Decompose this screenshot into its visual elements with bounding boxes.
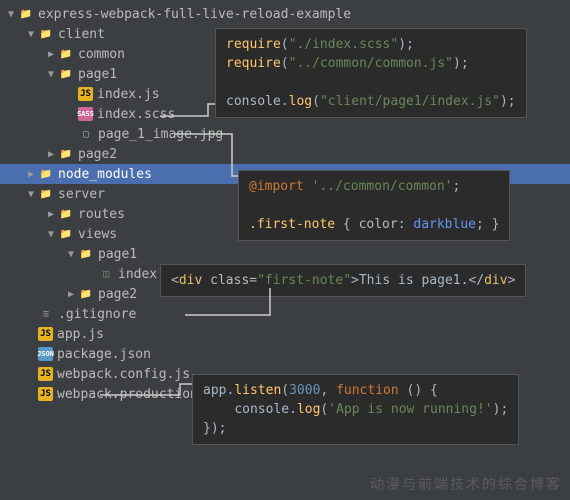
code-snippet-appjs: app.listen(3000, function () { console.l…: [192, 374, 519, 445]
file-label: app.js: [57, 327, 104, 342]
code-snippet-indexjs: require("./index.scss"); require("../com…: [215, 28, 527, 118]
folder-icon: 📁: [58, 206, 74, 222]
folder-label: express-webpack-full-live-reload-example: [38, 7, 351, 22]
chevron-right-icon: ▶: [44, 49, 58, 60]
folder-label: page1: [78, 67, 117, 82]
folder-icon: 📁: [58, 46, 74, 62]
folder-root[interactable]: ▼📁 express-webpack-full-live-reload-examp…: [0, 4, 570, 24]
js-file-icon: JS: [38, 387, 53, 401]
file-label: webpack.config.js: [57, 367, 190, 382]
folder-label: page2: [78, 147, 117, 162]
js-file-icon: JS: [78, 87, 93, 101]
folder-label: routes: [78, 207, 125, 222]
folder-page2[interactable]: ▶📁 page2: [0, 144, 570, 164]
code-snippet-indexscss: @import '../common/common'; .first-note …: [238, 170, 510, 241]
watermark: 动漫与前端技术的综合博客: [370, 474, 562, 494]
folder-label: page1: [98, 247, 137, 262]
chevron-down-icon: ▼: [44, 69, 58, 80]
chevron-down-icon: ▼: [64, 249, 78, 260]
json-file-icon: JSON: [38, 347, 53, 361]
folder-open-icon: 📁: [18, 6, 34, 22]
folder-open-icon: 📁: [58, 66, 74, 82]
js-file-icon: JS: [38, 367, 53, 381]
folder-icon: 📁: [78, 286, 94, 302]
folder-label: common: [78, 47, 125, 62]
folder-open-icon: 📁: [38, 26, 54, 42]
chevron-down-icon: ▼: [24, 189, 38, 200]
folder-open-icon: 📁: [38, 186, 54, 202]
folder-icon: 📁: [38, 166, 54, 182]
file-label: index.js: [97, 87, 160, 102]
folder-open-icon: 📁: [58, 226, 74, 242]
sass-file-icon: SASS: [78, 107, 93, 121]
chevron-right-icon: ▶: [64, 289, 78, 300]
file-label: .gitignore: [58, 307, 136, 322]
file-label: package.json: [57, 347, 151, 362]
file-app-js[interactable]: JS app.js: [0, 324, 570, 344]
file-page1-image[interactable]: ▢ page_1_image.jpg: [0, 124, 570, 144]
folder-label: views: [78, 227, 117, 242]
chevron-right-icon: ▶: [44, 209, 58, 220]
file-label: page_1_image.jpg: [98, 127, 223, 142]
file-label: index.scss: [97, 107, 175, 122]
folder-views-page1[interactable]: ▼📁 page1: [0, 244, 570, 264]
folder-label: server: [58, 187, 105, 202]
code-snippet-indexhtml: <div class="first-note">This is page1.</…: [160, 264, 526, 297]
file-gitignore[interactable]: ≡ .gitignore: [0, 304, 570, 324]
image-file-icon: ▢: [78, 126, 94, 142]
text-file-icon: ≡: [38, 306, 54, 322]
folder-label: page2: [98, 287, 137, 302]
chevron-down-icon: ▼: [44, 229, 58, 240]
chevron-down-icon: ▼: [4, 9, 18, 20]
folder-open-icon: 📁: [78, 246, 94, 262]
folder-icon: 📁: [58, 146, 74, 162]
folder-label: client: [58, 27, 105, 42]
chevron-down-icon: ▼: [24, 29, 38, 40]
js-file-icon: JS: [38, 327, 53, 341]
file-package-json[interactable]: JSON package.json: [0, 344, 570, 364]
chevron-right-icon: ▶: [44, 149, 58, 160]
folder-label: node_modules: [58, 167, 152, 182]
html-file-icon: ◫: [98, 266, 114, 282]
chevron-right-icon: ▶: [24, 169, 38, 180]
